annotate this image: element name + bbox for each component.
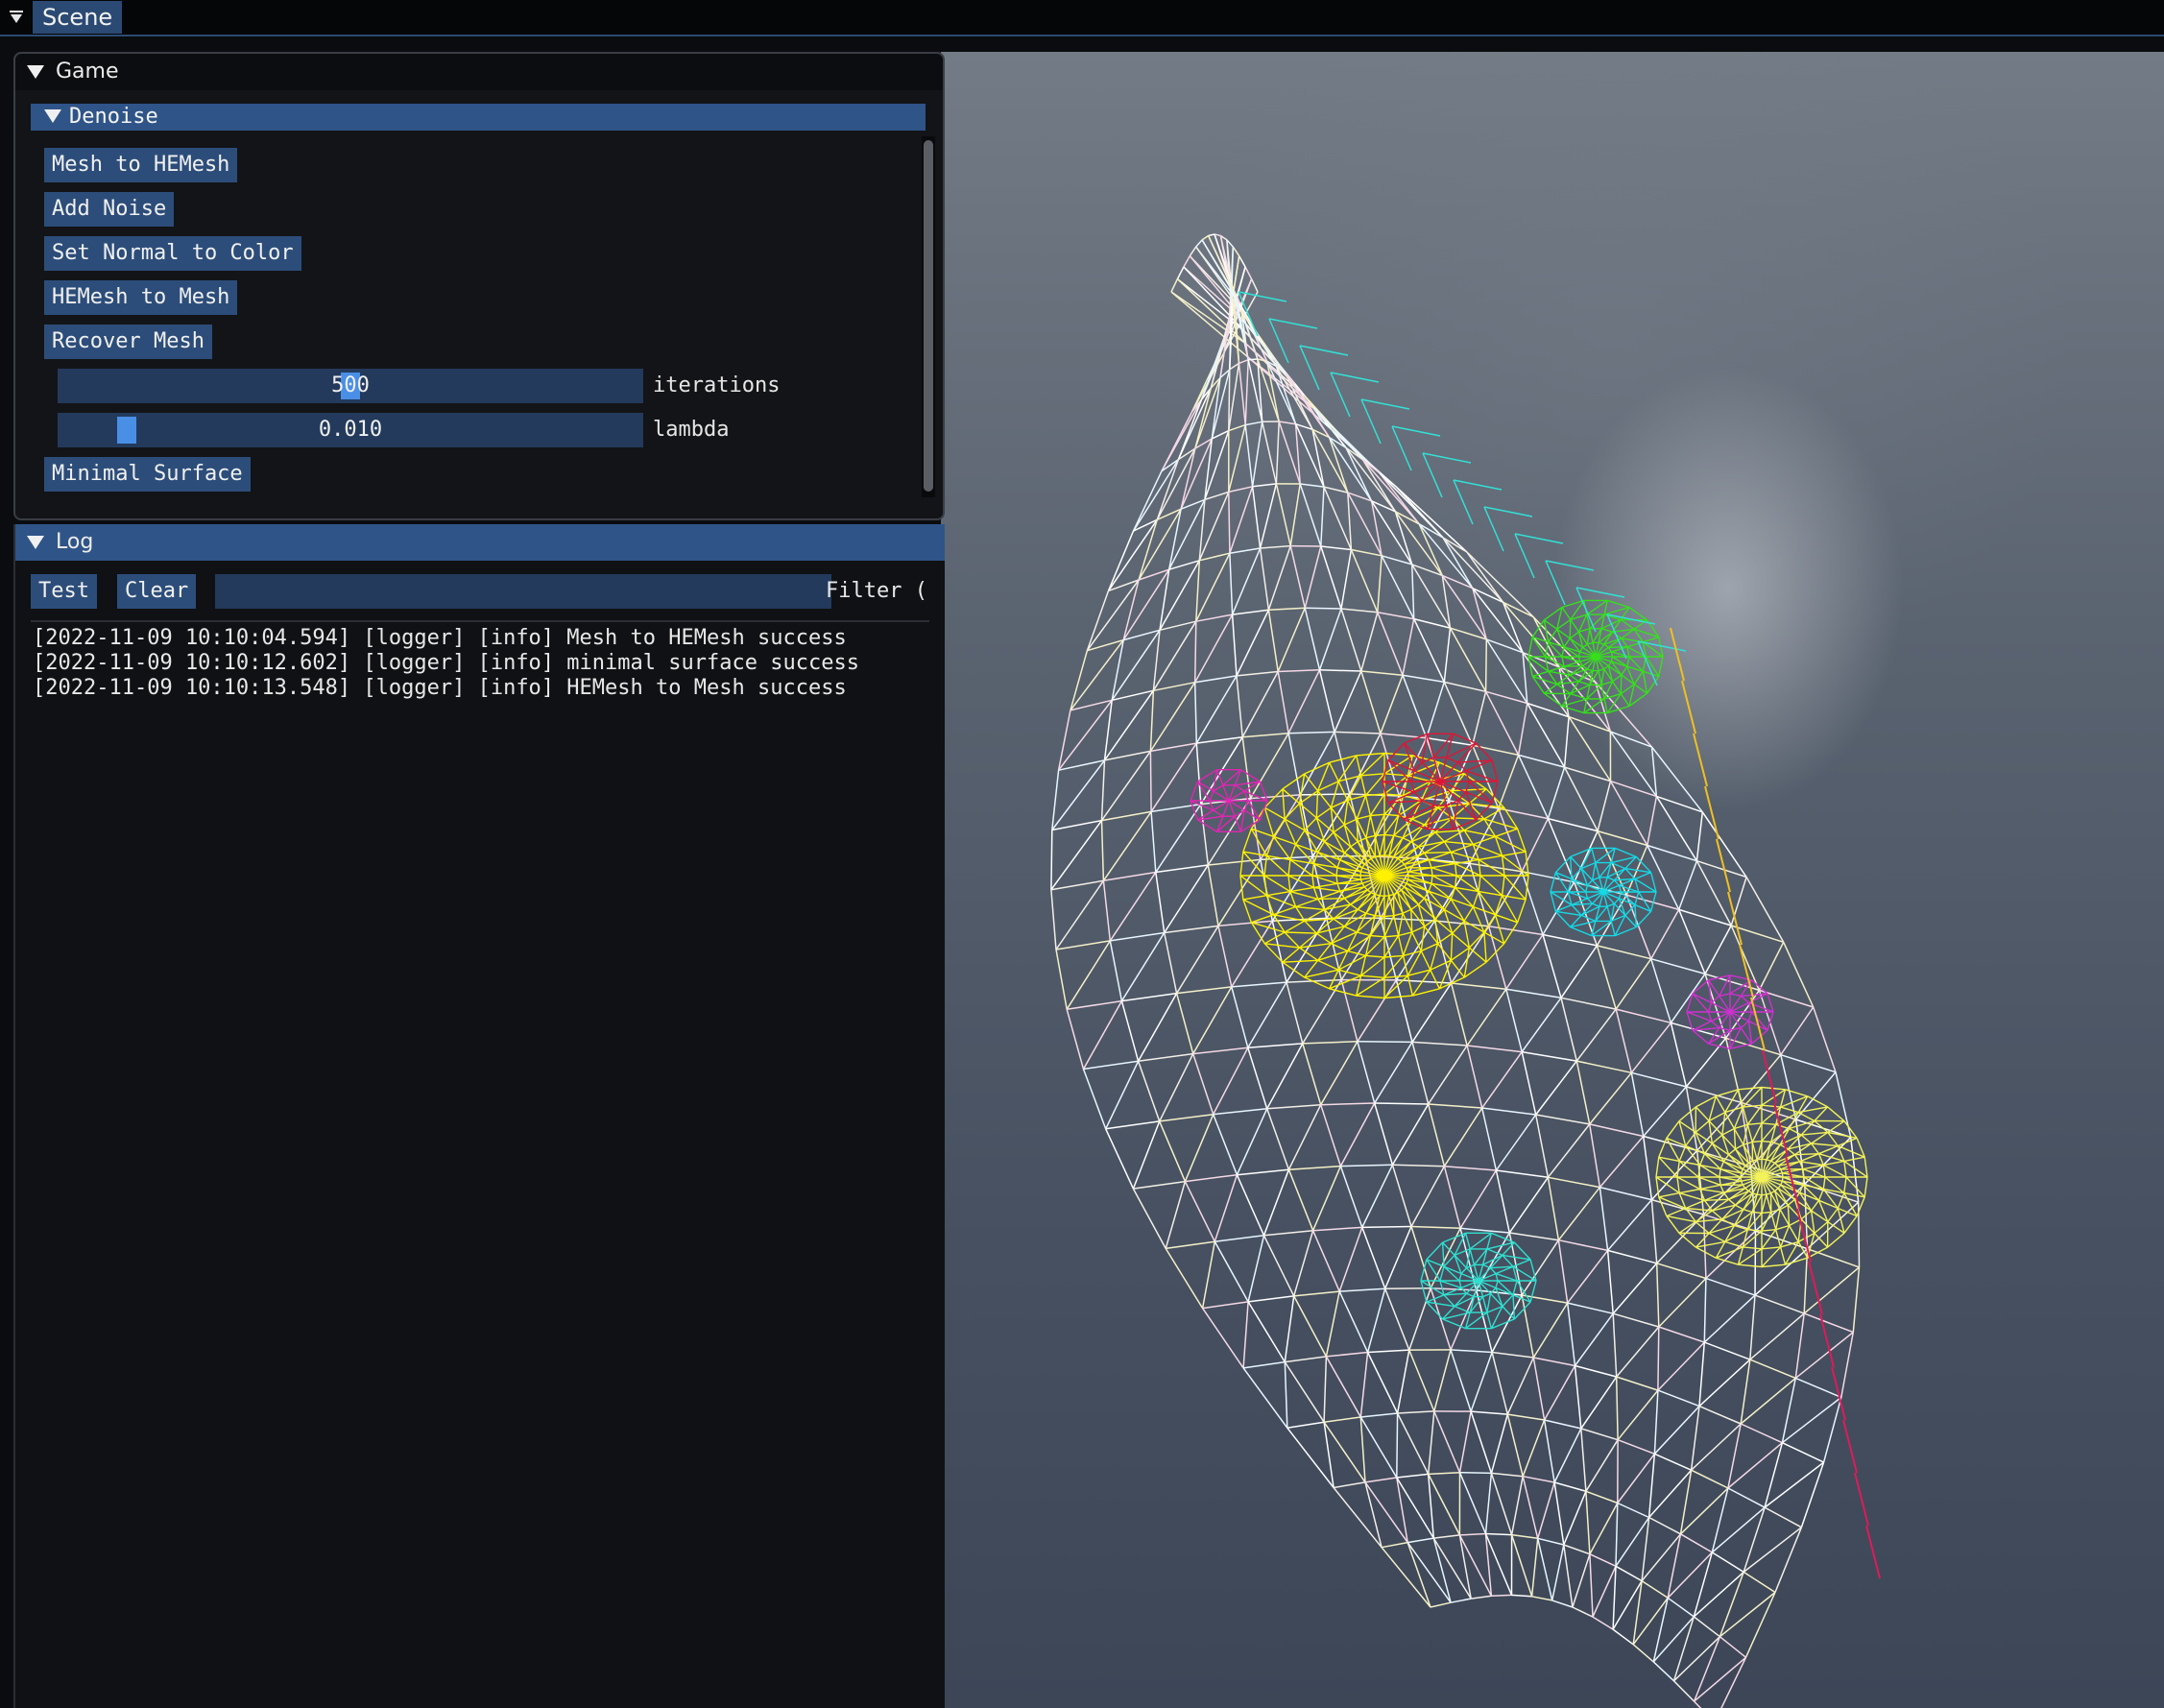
game-title-label: Game bbox=[56, 60, 119, 84]
wireframe-mesh bbox=[1050, 233, 1881, 1708]
minimal-surface-button[interactable]: Minimal Surface bbox=[44, 457, 251, 492]
collapse-triangle-icon[interactable] bbox=[27, 65, 44, 79]
game-window-title[interactable]: Game bbox=[15, 54, 943, 90]
scene-viewport[interactable] bbox=[941, 52, 2164, 1708]
lambda-value: 0.010 bbox=[318, 418, 383, 442]
game-window: Game Denoise Mesh to HEMesh Add Noise Se… bbox=[13, 52, 945, 520]
log-window: Log Test Clear Filter ( [2022-11-09 10:1… bbox=[13, 524, 945, 1708]
collapse-triangle-icon[interactable] bbox=[44, 109, 61, 123]
mesh-to-hemesh-button[interactable]: Mesh to HEMesh bbox=[44, 148, 238, 182]
log-line: [2022-11-09 10:10:12.602] [logger] [info… bbox=[33, 651, 859, 675]
filter-label: Filter ( bbox=[826, 579, 927, 603]
hemesh-to-mesh-button[interactable]: HEMesh to Mesh bbox=[44, 280, 238, 315]
collapse-arrow-icon[interactable] bbox=[9, 10, 24, 25]
tab-scene[interactable]: Scene bbox=[33, 1, 123, 34]
test-button[interactable]: Test bbox=[31, 574, 97, 609]
scrollbar-thumb[interactable] bbox=[924, 140, 933, 492]
iterations-slider[interactable]: 500 bbox=[58, 369, 643, 403]
add-noise-button[interactable]: Add Noise bbox=[44, 192, 175, 227]
denoise-header[interactable]: Denoise bbox=[31, 104, 926, 131]
collapse-triangle-icon[interactable] bbox=[27, 536, 44, 549]
clear-button[interactable]: Clear bbox=[117, 574, 197, 609]
scrollbar[interactable] bbox=[922, 136, 935, 497]
filter-input[interactable] bbox=[215, 574, 831, 609]
denoise-header-label: Denoise bbox=[69, 105, 158, 129]
iterations-label: iterations bbox=[653, 373, 781, 397]
log-line: [2022-11-09 10:10:13.548] [logger] [info… bbox=[33, 676, 847, 700]
lambda-label: lambda bbox=[653, 418, 730, 442]
iterations-value: 500 bbox=[331, 373, 370, 397]
lambda-slider[interactable]: 0.010 bbox=[58, 413, 643, 447]
log-window-title[interactable]: Log bbox=[15, 524, 945, 561]
divider bbox=[31, 620, 929, 622]
set-normal-to-color-button[interactable]: Set Normal to Color bbox=[44, 236, 301, 271]
scene-bar: Scene bbox=[0, 0, 2164, 36]
log-title-label: Log bbox=[56, 530, 94, 554]
log-line: [2022-11-09 10:10:04.594] [logger] [info… bbox=[33, 626, 847, 650]
recover-mesh-button[interactable]: Recover Mesh bbox=[44, 325, 212, 359]
